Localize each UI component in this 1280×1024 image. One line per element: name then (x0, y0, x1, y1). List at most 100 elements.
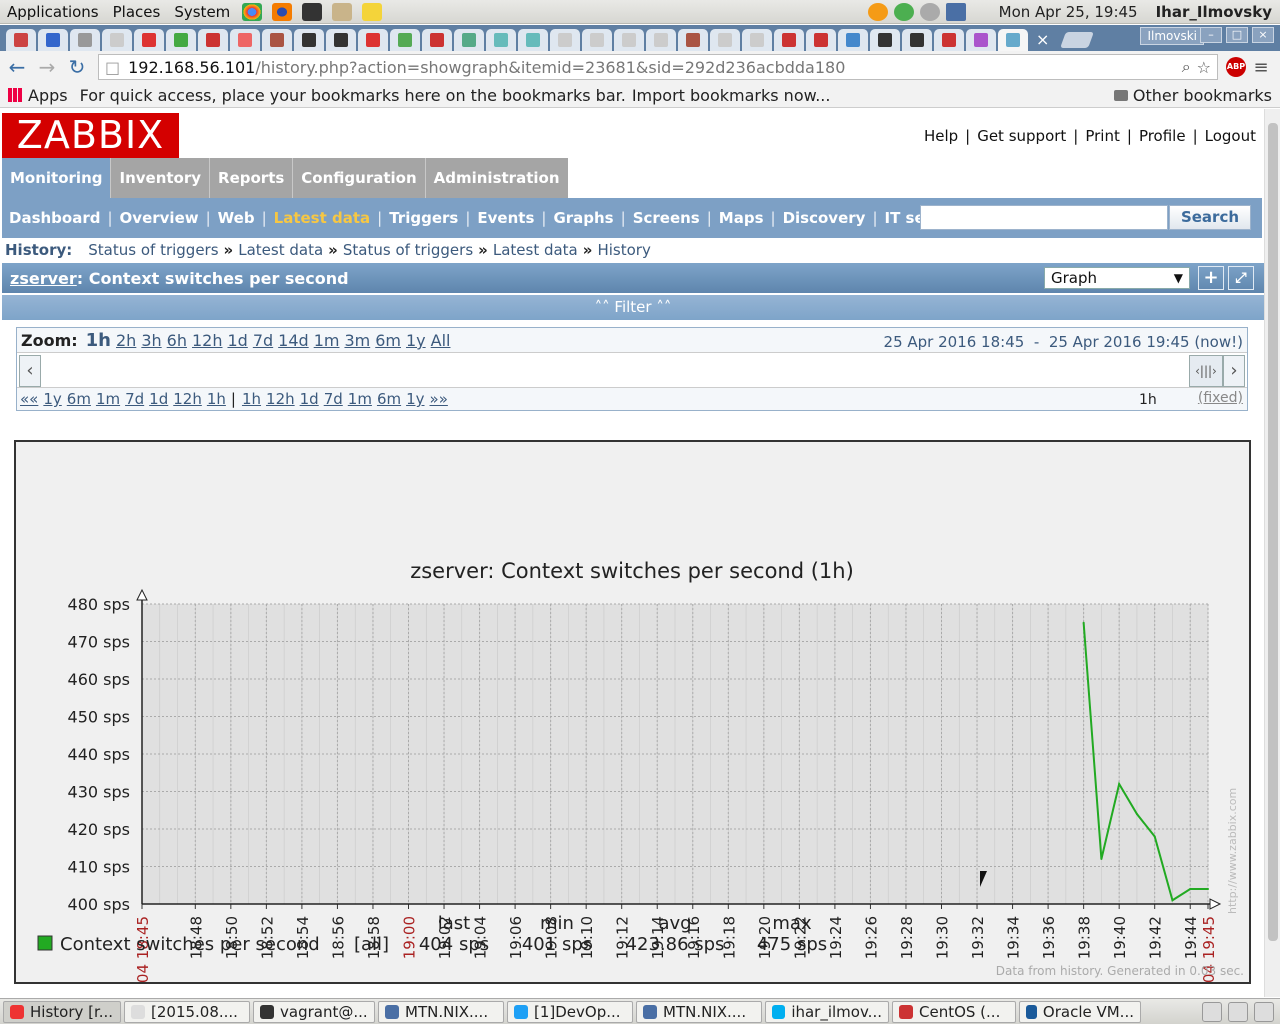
logout-link[interactable]: Logout (1205, 127, 1256, 145)
update-tray-icon[interactable] (867, 2, 888, 21)
zoom-icon[interactable]: ⌕ (1182, 57, 1191, 77)
breadcrumb-item[interactable]: Status of triggers (343, 241, 473, 259)
places-menu[interactable]: Places (106, 3, 168, 21)
browser-tab[interactable] (518, 29, 548, 51)
reload-icon[interactable]: ↻ (64, 55, 90, 79)
browser-tab[interactable] (838, 29, 868, 51)
add-to-favourites-icon[interactable]: + (1198, 266, 1224, 290)
scroll-right-icon[interactable]: › (1223, 355, 1245, 387)
taskbar-window-button[interactable]: CentOS (... (892, 1000, 1016, 1023)
clock[interactable]: Mon Apr 25, 19:45 (999, 3, 1138, 21)
search-input[interactable] (920, 205, 1168, 230)
nav-forward-1h[interactable]: 1h (242, 390, 261, 408)
taskbar-window-button[interactable]: History [r... (3, 1000, 121, 1023)
zoom-option-7d[interactable]: 7d (253, 331, 273, 350)
browser-tab[interactable] (102, 29, 132, 51)
nav-back-12h[interactable]: 12h (173, 390, 202, 408)
submenu-dashboard[interactable]: Dashboard (2, 209, 107, 227)
tab-configuration[interactable]: Configuration (292, 158, 425, 198)
zoom-option-6h[interactable]: 6h (167, 331, 187, 350)
submenu-overview[interactable]: Overview (113, 209, 206, 227)
vertical-scrollbar[interactable] (1264, 109, 1280, 997)
chrome-launcher-icon[interactable] (242, 2, 263, 21)
scroll-left-icon[interactable]: ‹ (19, 355, 41, 387)
terminal-launcher-icon[interactable] (302, 2, 323, 21)
nav-forward-6m[interactable]: 6m (377, 390, 401, 408)
adblock-icon[interactable]: ABP (1226, 57, 1246, 77)
timeline-track[interactable]: ‹ ‹|||› › (17, 352, 1247, 388)
zoom-option-2h[interactable]: 2h (116, 331, 136, 350)
zoom-option-14d[interactable]: 14d (278, 331, 309, 350)
browser-tab[interactable] (358, 29, 388, 51)
help-link[interactable]: Help (924, 127, 958, 145)
nav-back-7d[interactable]: 7d (125, 390, 144, 408)
browser-tab[interactable] (38, 29, 68, 51)
browser-tab[interactable] (422, 29, 452, 51)
nav-back-1d[interactable]: 1d (149, 390, 168, 408)
browser-tab[interactable] (742, 29, 772, 51)
minimize-icon[interactable]: – (1200, 27, 1222, 43)
breadcrumb-item[interactable]: Latest data (493, 241, 578, 259)
nav-back-1y[interactable]: 1y (43, 390, 61, 408)
browser-tab[interactable] (454, 29, 484, 51)
nav-forward-7d[interactable]: 7d (324, 390, 343, 408)
nav-forward-end[interactable]: »» (430, 390, 448, 408)
other-bookmarks[interactable]: Other bookmarks (1113, 86, 1272, 105)
browser-tab[interactable] (70, 29, 100, 51)
address-bar[interactable]: □ 192.168.56.101/history.php?action=show… (98, 54, 1218, 80)
taskbar-window-button[interactable]: Oracle VM... (1019, 1000, 1141, 1023)
submenu-screens[interactable]: Screens (626, 209, 707, 227)
breadcrumb-item[interactable]: Status of triggers (88, 241, 218, 259)
nav-back-end[interactable]: «« (20, 390, 38, 408)
browser-tab[interactable] (166, 29, 196, 51)
browser-tab[interactable] (230, 29, 260, 51)
submenu-triggers[interactable]: Triggers (382, 209, 465, 227)
taskbar-window-button[interactable]: [1]DevOp... (507, 1000, 633, 1023)
zoom-option-1d[interactable]: 1d (227, 331, 247, 350)
chrome-menu-icon[interactable]: ≡ (1250, 57, 1272, 78)
browser-tab[interactable] (326, 29, 356, 51)
notes-launcher-icon[interactable] (362, 2, 383, 21)
apps-shortcut[interactable]: Apps (8, 86, 68, 105)
browser-tab[interactable] (806, 29, 836, 51)
browser-tab[interactable] (710, 29, 740, 51)
trash-icon[interactable] (1254, 1001, 1274, 1022)
submenu-web[interactable]: Web (211, 209, 262, 227)
taskbar-window-button[interactable]: ihar_ilmov... (765, 1000, 889, 1023)
volume-tray-icon[interactable] (919, 2, 940, 21)
taskbar-window-button[interactable]: [2015.08.... (124, 1000, 250, 1023)
zoom-option-1m[interactable]: 1m (314, 331, 340, 350)
host-link[interactable]: zserver (10, 269, 77, 288)
browser-tab[interactable] (774, 29, 804, 51)
fixed-toggle[interactable]: (fixed) (1198, 390, 1243, 406)
browser-tab[interactable] (998, 29, 1028, 51)
get-support-link[interactable]: Get support (977, 127, 1066, 145)
browser-tab[interactable] (966, 29, 996, 51)
submenu-discovery[interactable]: Discovery (776, 209, 873, 227)
zoom-option-1y[interactable]: 1y (406, 331, 426, 350)
breadcrumb-item[interactable]: Latest data (238, 241, 323, 259)
browser-tab[interactable] (646, 29, 676, 51)
browser-tab[interactable] (486, 29, 516, 51)
scrollbar-thumb[interactable] (1268, 123, 1278, 941)
chrome-tray-icon[interactable] (1202, 1001, 1222, 1022)
browser-tab[interactable] (198, 29, 228, 51)
nav-forward-1d[interactable]: 1d (300, 390, 319, 408)
browser-tab[interactable] (582, 29, 612, 51)
tab-inventory[interactable]: Inventory (110, 158, 210, 198)
page-info-icon[interactable]: □ (105, 58, 120, 77)
user-menu[interactable]: Ihar_Ilmovsky (1156, 3, 1272, 21)
zoom-option-3h[interactable]: 3h (141, 331, 161, 350)
browser-tab[interactable] (6, 29, 36, 51)
browser-tab[interactable] (294, 29, 324, 51)
browser-tab[interactable] (134, 29, 164, 51)
zoom-option-6m[interactable]: 6m (375, 331, 401, 350)
files-launcher-icon[interactable] (332, 2, 353, 21)
zabbix-logo[interactable]: ZABBIX (2, 113, 179, 158)
zoom-option-All[interactable]: All (431, 331, 451, 350)
applications-menu[interactable]: Applications (0, 3, 106, 21)
submenu-maps[interactable]: Maps (712, 209, 771, 227)
zoom-option-3m[interactable]: 3m (344, 331, 370, 350)
tab-reports[interactable]: Reports (209, 158, 293, 198)
browser-tab[interactable] (614, 29, 644, 51)
